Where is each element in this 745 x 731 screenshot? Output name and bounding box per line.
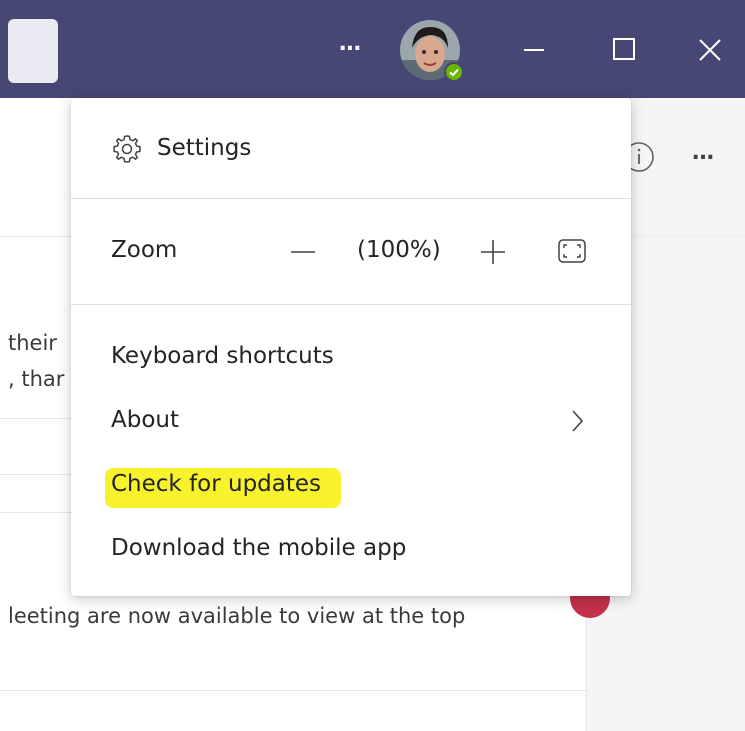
- message-text: their: [8, 331, 57, 355]
- divider: [71, 198, 631, 199]
- gear-icon: [111, 133, 143, 169]
- menu-item-settings[interactable]: Settings: [71, 120, 631, 178]
- zoom-value: (100%): [357, 237, 441, 263]
- divider: [0, 690, 586, 691]
- settings-menu: Settings Zoom (100%) Keyboard shortcuts …: [71, 98, 631, 596]
- menu-item-label: Settings: [157, 135, 252, 161]
- close-icon[interactable]: [690, 30, 730, 70]
- divider: [71, 304, 631, 305]
- message-text: leeting are now available to view at the…: [8, 604, 466, 628]
- zoom-row: Zoom (100%): [71, 222, 631, 280]
- fullscreen-icon[interactable]: [557, 238, 587, 268]
- menu-item-label: Check for updates: [111, 471, 322, 497]
- menu-item-check-for-updates[interactable]: Check for updates: [71, 456, 631, 514]
- message-text: , thar: [8, 367, 65, 391]
- presence-available-icon: [444, 62, 464, 82]
- more-options-button[interactable]: …: [332, 32, 368, 62]
- zoom-in-icon[interactable]: [475, 236, 511, 270]
- menu-item-keyboard-shortcuts[interactable]: Keyboard shortcuts: [71, 328, 631, 386]
- menu-item-label: About: [111, 407, 180, 433]
- chevron-right-icon: [567, 406, 587, 440]
- menu-item-label: Download the mobile app: [111, 535, 407, 561]
- title-bar: …: [0, 0, 745, 98]
- menu-item-download-mobile-app[interactable]: Download the mobile app: [71, 520, 631, 578]
- minimize-icon[interactable]: [514, 30, 554, 70]
- menu-item-about[interactable]: About: [71, 392, 631, 450]
- zoom-label: Zoom: [111, 237, 178, 263]
- more-options-button[interactable]: …: [686, 142, 720, 166]
- search-input[interactable]: [8, 19, 58, 83]
- maximize-icon[interactable]: [604, 30, 644, 70]
- zoom-out-icon[interactable]: [285, 236, 321, 270]
- menu-item-label: Keyboard shortcuts: [111, 343, 334, 369]
